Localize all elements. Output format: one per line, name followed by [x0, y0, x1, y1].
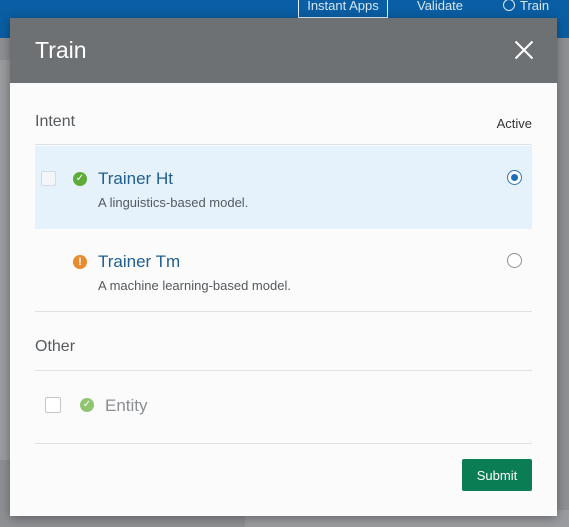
other-section-title: Other: [35, 338, 76, 355]
trainer-tm-active-radio[interactable]: [507, 253, 522, 268]
trainer-row-ht[interactable]: ✓ Trainer Ht A linguistics-based model.: [35, 146, 532, 229]
train-tab[interactable]: Train: [503, 0, 549, 13]
entity-row[interactable]: ✓ Entity: [35, 371, 532, 444]
train-tab-label: Train: [520, 0, 550, 13]
train-dialog: Train Intent Active ✓ Trainer Ht A lingu…: [10, 18, 557, 516]
trainer-row-tm[interactable]: ! Trainer Tm A machine learning-based mo…: [35, 229, 532, 312]
close-icon[interactable]: [513, 39, 535, 61]
dialog-title: Train: [35, 37, 87, 63]
trainer-name: Trainer Ht: [98, 169, 173, 188]
validate-tab[interactable]: Validate: [417, 0, 463, 13]
check-circle-icon: [503, 0, 515, 11]
warning-icon: !: [73, 255, 87, 269]
active-column-label: Active: [496, 116, 532, 131]
trainer-ht-active-radio[interactable]: [507, 170, 522, 185]
entity-label: Entity: [105, 396, 148, 415]
entity-checkbox[interactable]: [45, 397, 61, 413]
trainer-name: Trainer Tm: [98, 252, 181, 271]
app-sidebar: [0, 60, 10, 460]
dialog-header: Train: [10, 18, 557, 83]
other-section-header: Other: [35, 338, 532, 371]
trainer-description: A machine learning-based model.: [98, 278, 291, 293]
instant-apps-tab[interactable]: Instant Apps: [298, 0, 388, 18]
trainer-ht-checkbox[interactable]: [41, 171, 56, 186]
check-circle-icon: ✓: [80, 398, 94, 412]
trainer-description: A linguistics-based model.: [98, 195, 249, 210]
intent-section-header: Intent Active: [35, 113, 532, 145]
check-circle-icon: ✓: [73, 172, 87, 186]
intent-section-title: Intent: [35, 113, 76, 130]
submit-button[interactable]: Submit: [462, 459, 532, 491]
